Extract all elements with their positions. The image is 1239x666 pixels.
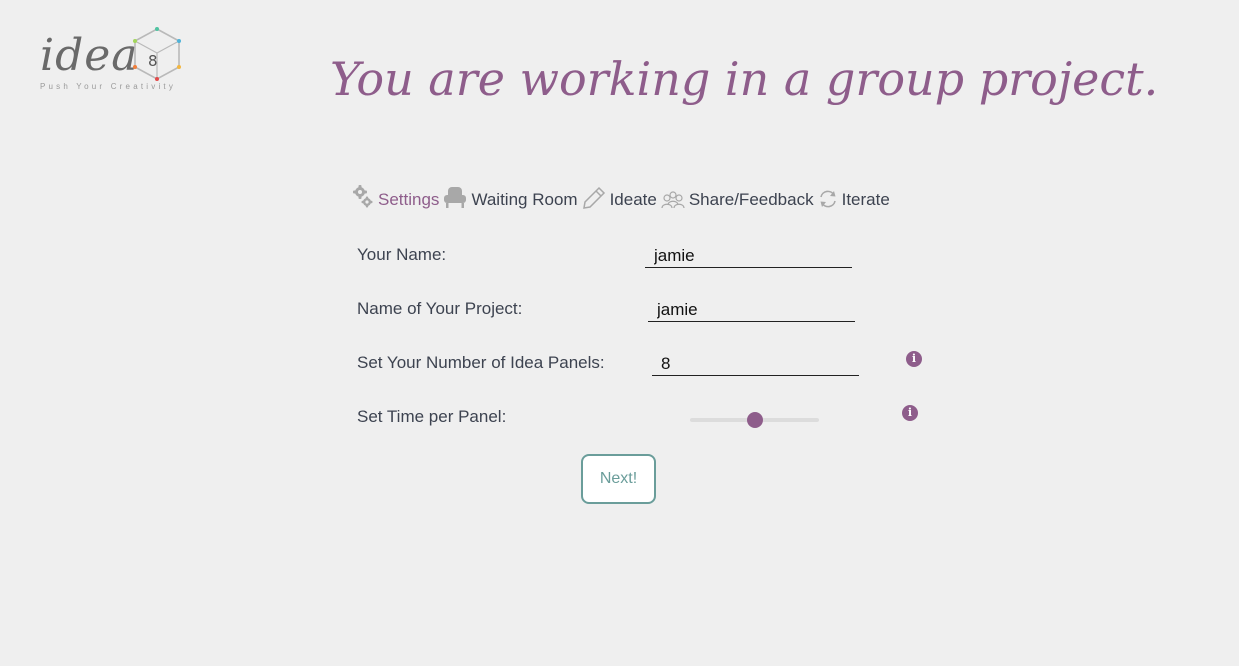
step-settings[interactable]: Settings (352, 184, 439, 210)
step-iterate[interactable]: Iterate (818, 188, 890, 210)
time-per-panel-label: Set Time per Panel: (357, 407, 507, 426)
logo-word: idea (40, 30, 139, 81)
page-title: You are working in a group project. (330, 52, 1159, 106)
step-share-feedback-label: Share/Feedback (688, 190, 814, 209)
step-ideate-label: Ideate (609, 190, 657, 209)
step-navigation: Settings Waiting Room Ideate Share/Feedb… (352, 178, 894, 210)
your-name-label: Your Name: (357, 245, 447, 264)
project-name-input[interactable] (648, 298, 855, 322)
logo-tagline: Push Your Creativity (40, 82, 177, 91)
group-icon (661, 190, 685, 210)
step-iterate-label: Iterate (841, 190, 890, 209)
gears-icon (352, 184, 374, 210)
step-share-feedback[interactable]: Share/Feedback (661, 190, 814, 210)
logo-cube-icon: 8 (133, 27, 181, 81)
slider-thumb[interactable] (746, 412, 763, 428)
armchair-icon (443, 186, 467, 210)
pencil-icon (582, 186, 606, 210)
time-per-panel-info-icon[interactable]: i (902, 405, 918, 421)
step-waiting-room[interactable]: Waiting Room (443, 186, 578, 210)
step-ideate[interactable]: Ideate (582, 186, 657, 210)
refresh-icon (818, 188, 838, 210)
idea-panels-info-icon[interactable]: i (906, 351, 922, 367)
next-button[interactable]: Next! (581, 454, 656, 504)
your-name-input[interactable] (645, 244, 852, 268)
logo: idea 8 Push Your Creativity (38, 26, 188, 96)
logo-cube-number: 8 (148, 52, 158, 70)
idea-panels-input[interactable] (652, 352, 859, 376)
project-name-label: Name of Your Project: (357, 299, 523, 318)
step-waiting-room-label: Waiting Room (471, 190, 578, 209)
idea-panels-label: Set Your Number of Idea Panels: (357, 353, 605, 372)
step-settings-label: Settings (378, 190, 440, 209)
time-per-panel-slider[interactable] (690, 412, 819, 428)
